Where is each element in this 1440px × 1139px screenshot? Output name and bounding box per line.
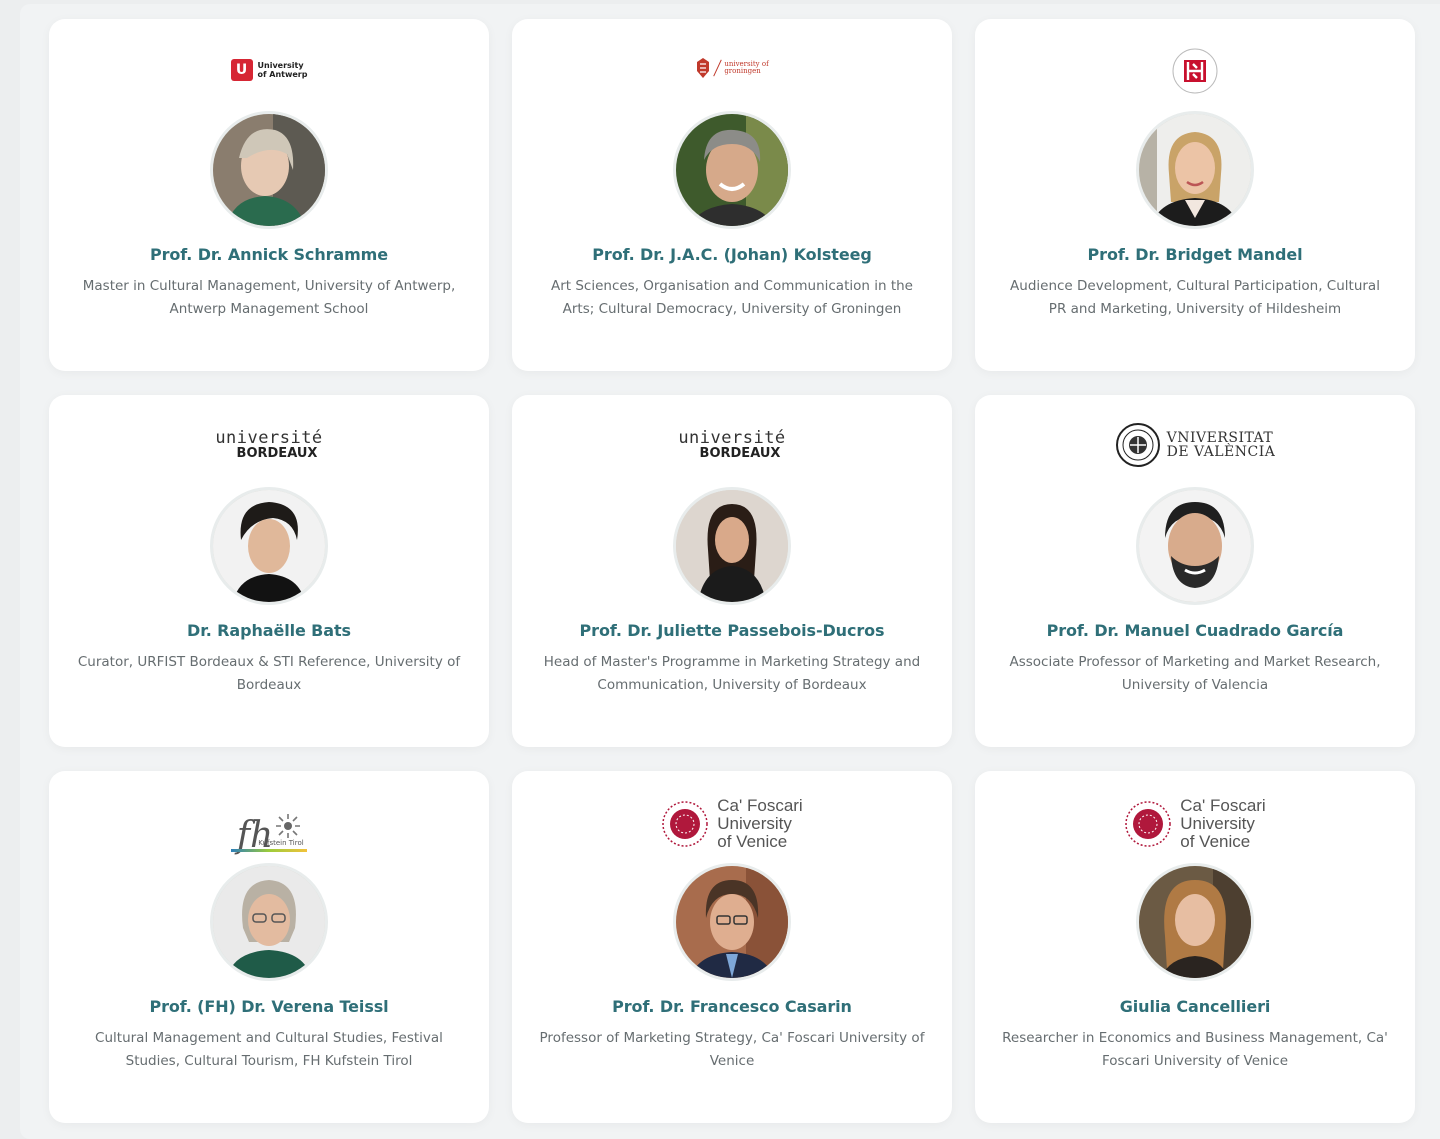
- logo-text: université: [678, 427, 786, 448]
- speaker-card[interactable]: Prof. Dr. Bridget Mandel Audience Develo…: [975, 19, 1415, 371]
- university-logo: U University of Antwerp: [49, 47, 489, 105]
- logo-text: of Venice: [1180, 832, 1251, 851]
- antwerp-logo-icon: U: [230, 59, 253, 81]
- speaker-name: Prof. Dr. Manuel Cuadrado García: [1046, 621, 1344, 640]
- logo-text: of Antwerp: [257, 70, 308, 79]
- logo-color-bar: [231, 848, 307, 852]
- logo-text: of Venice: [717, 832, 788, 851]
- speaker-card[interactable]: Ca' Foscari University of Venice Prof. D…: [512, 771, 952, 1123]
- logo-text: fh: [236, 814, 274, 856]
- university-logo: université BORDEAUX: [49, 423, 489, 481]
- speaker-card[interactable]: U University of Antwerp Prof. Dr. Annick…: [49, 19, 489, 371]
- university-logo: university of groningen: [512, 47, 952, 105]
- speaker-name: Prof. Dr. Bridget Mandel: [1087, 245, 1303, 264]
- university-logo: Ca' Foscari University of Venice: [975, 796, 1415, 857]
- speaker-name: Prof. (FH) Dr. Verena Teissl: [149, 997, 389, 1016]
- speaker-role: Researcher in Economics and Business Man…: [1002, 1030, 1388, 1069]
- ca-foscari-seal-icon: [662, 801, 709, 847]
- speaker-role: Audience Development, Cultural Participa…: [1010, 278, 1380, 317]
- speaker-name: Prof. Dr. Francesco Casarin: [612, 997, 852, 1016]
- university-logo: [975, 47, 1415, 105]
- university-logo: fh Kufstein Tirol: [49, 799, 489, 857]
- speaker-name: Dr. Raphaëlle Bats: [187, 621, 351, 640]
- logo-text: DE VALÈNCIA: [1166, 444, 1276, 460]
- avatar: [673, 111, 791, 229]
- speaker-role: Cultural Management and Cultural Studies…: [95, 1030, 443, 1069]
- speaker-role: Associate Professor of Marketing and Mar…: [1009, 654, 1381, 693]
- logo-text: University: [717, 814, 792, 833]
- speakers-grid: U University of Antwerp Prof. Dr. Annick…: [0, 0, 1440, 1135]
- university-logo: Ca' Foscari University of Venice: [512, 796, 952, 857]
- avatar: [1136, 863, 1254, 981]
- logo-text: Ca' Foscari: [1180, 796, 1266, 815]
- speaker-card[interactable]: VNIVERSITAT DE VALÈNCIA Prof. Dr. Manuel…: [975, 395, 1415, 747]
- speaker-card[interactable]: université BORDEAUX Dr. Raphaëlle Bats C…: [49, 395, 489, 747]
- speaker-name: Giulia Cancellieri: [1119, 997, 1271, 1016]
- logo-text: University: [1180, 814, 1255, 833]
- speaker-role: Art Sciences, Organisation and Communica…: [550, 278, 913, 317]
- avatar: [210, 863, 328, 981]
- speaker-card[interactable]: fh Kufstein Tirol Prof. (FH) Dr. Verena …: [49, 771, 489, 1123]
- avatar: [673, 487, 791, 605]
- speaker-card[interactable]: Ca' Foscari University of Venice Giulia …: [975, 771, 1415, 1123]
- logo-text: BORDEAUX: [699, 445, 781, 461]
- speaker-name: Prof. Dr. Juliette Passebois-Ducros: [579, 621, 885, 640]
- ca-foscari-seal-icon: [1125, 801, 1172, 847]
- logo-text: université: [215, 427, 323, 448]
- logo-text: Ca' Foscari: [717, 796, 803, 815]
- avatar: [1136, 487, 1254, 605]
- logo-text: VNIVERSITAT: [1166, 430, 1274, 446]
- fh-sun-icon: [276, 813, 301, 838]
- speaker-card[interactable]: université BORDEAUX Prof. Dr. Juliette P…: [512, 395, 952, 747]
- speaker-role: Curator, URFIST Bordeaux & STI Reference…: [77, 654, 461, 693]
- groningen-crest-icon: [697, 58, 710, 78]
- university-logo: université BORDEAUX: [512, 423, 952, 481]
- speaker-name: Prof. Dr. J.A.C. (Johan) Kolsteeg: [592, 245, 872, 264]
- speaker-role: Professor of Marketing Strategy, Ca' Fos…: [539, 1030, 925, 1069]
- logo-text: Kufstein Tirol: [258, 838, 304, 847]
- university-logo: VNIVERSITAT DE VALÈNCIA: [975, 423, 1415, 481]
- hildesheim-seal-icon: [1172, 48, 1218, 94]
- speaker-name: Prof. Dr. Annick Schramme: [149, 245, 388, 264]
- logo-text: groningen: [724, 67, 761, 75]
- avatar: [210, 487, 328, 605]
- avatar: [210, 111, 328, 229]
- speaker-card[interactable]: university of groningen Prof. Dr. J.A.C.…: [512, 19, 952, 371]
- valencia-seal-icon: [1115, 423, 1160, 467]
- divider: [713, 59, 723, 77]
- avatar: [673, 863, 791, 981]
- speaker-role: Master in Cultural Management, Universit…: [82, 278, 456, 317]
- speaker-role: Head of Master's Programme in Marketing …: [543, 654, 921, 693]
- logo-text: BORDEAUX: [236, 445, 318, 461]
- logo-text: University: [257, 61, 304, 70]
- avatar: [1136, 111, 1254, 229]
